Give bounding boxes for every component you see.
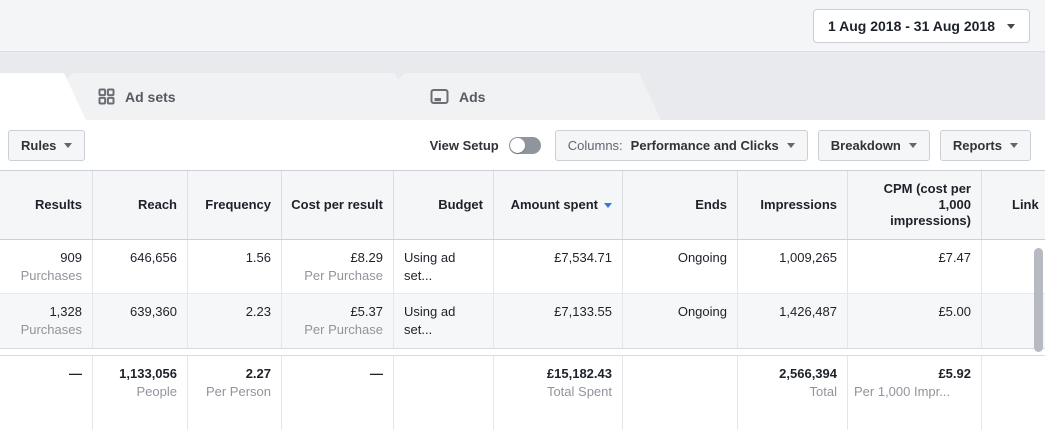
- ads-card-icon: [430, 88, 449, 105]
- ads-manager-screen: 1 Aug 2018 - 31 Aug 2018 Ad sets Ads: [0, 0, 1045, 430]
- column-header-link[interactable]: Link: [982, 171, 1045, 239]
- view-setup-label: View Setup: [430, 138, 499, 153]
- totals-row: — 1,133,056People 2.27Per Person — £15,1…: [0, 355, 1045, 430]
- column-header-reach[interactable]: Reach: [93, 171, 188, 239]
- chevron-down-icon: [909, 143, 917, 148]
- reports-label: Reports: [953, 138, 1002, 153]
- ad-sets-grid-icon: [98, 88, 115, 105]
- toggle-knob: [510, 138, 525, 153]
- column-header-results[interactable]: Results: [0, 171, 93, 239]
- table-header-row: Results Reach Frequency Cost per result …: [0, 170, 1045, 240]
- vertical-scrollbar[interactable]: [1034, 248, 1043, 352]
- rules-button[interactable]: Rules: [8, 130, 85, 161]
- tab-ads[interactable]: Ads: [396, 73, 661, 120]
- top-bar: 1 Aug 2018 - 31 Aug 2018: [0, 0, 1045, 52]
- tab-ad-sets[interactable]: Ad sets: [64, 73, 417, 120]
- column-header-ends[interactable]: Ends: [623, 171, 738, 239]
- view-setup-toggle[interactable]: [509, 137, 541, 154]
- columns-button[interactable]: Columns: Performance and Clicks: [555, 130, 808, 161]
- table-row[interactable]: 1,328Purchases 639,360 2.23 £5.37Per Pur…: [0, 294, 1045, 348]
- chevron-down-icon: [1007, 24, 1015, 29]
- reports-button[interactable]: Reports: [940, 130, 1031, 161]
- breakdown-button[interactable]: Breakdown: [818, 130, 930, 161]
- column-header-amount-spent[interactable]: Amount spent: [494, 171, 623, 239]
- rules-label: Rules: [21, 138, 56, 153]
- sort-descending-icon: [604, 203, 612, 208]
- columns-prefix-label: Columns:: [568, 138, 623, 153]
- tab-ad-sets-label: Ad sets: [125, 89, 176, 105]
- column-header-budget[interactable]: Budget: [394, 171, 494, 239]
- column-header-cost-per-result[interactable]: Cost per result: [282, 171, 394, 239]
- column-header-cpm[interactable]: CPM (cost per 1,000 impressions): [848, 171, 982, 239]
- tab-ads-label: Ads: [459, 89, 485, 105]
- chevron-down-icon: [64, 143, 72, 148]
- columns-value-label: Performance and Clicks: [631, 138, 779, 153]
- column-header-impressions[interactable]: Impressions: [738, 171, 848, 239]
- chevron-down-icon: [787, 143, 795, 148]
- column-header-frequency[interactable]: Frequency: [188, 171, 282, 239]
- breakdown-label: Breakdown: [831, 138, 901, 153]
- date-range-button[interactable]: 1 Aug 2018 - 31 Aug 2018: [813, 9, 1030, 43]
- tab-strip: Ad sets Ads: [0, 52, 1045, 120]
- table-row[interactable]: 909Purchases 646,656 1.56 £8.29Per Purch…: [0, 240, 1045, 294]
- table-body: 909Purchases 646,656 1.56 £8.29Per Purch…: [0, 240, 1045, 349]
- date-range-label: 1 Aug 2018 - 31 Aug 2018: [828, 18, 995, 34]
- chevron-down-icon: [1010, 143, 1018, 148]
- toolbar: Rules View Setup Columns: Performance an…: [0, 120, 1045, 170]
